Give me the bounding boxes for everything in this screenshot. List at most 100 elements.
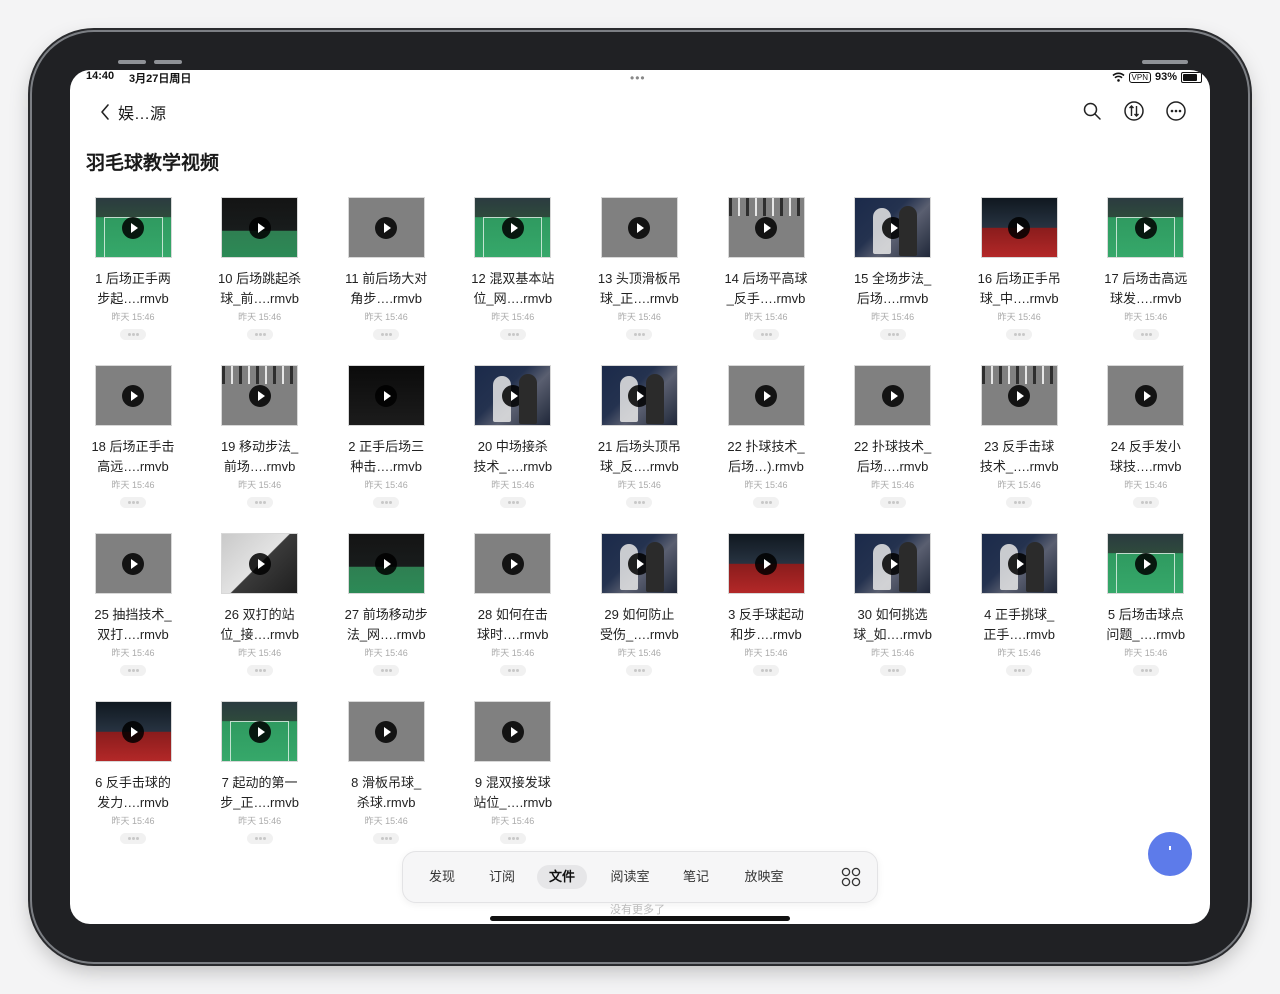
tab-discover[interactable]: 发现 [417, 865, 467, 889]
file-more-icon[interactable] [1132, 497, 1159, 508]
video-thumbnail[interactable] [1107, 197, 1185, 258]
file-more-icon[interactable] [499, 329, 526, 340]
file-item[interactable]: 5 后场击球点 问题_….rmvb 昨天 15:46 [1083, 533, 1209, 676]
more-icon[interactable] [1164, 99, 1188, 123]
file-more-icon[interactable] [120, 665, 146, 676]
file-more-icon[interactable] [373, 497, 400, 508]
back-button[interactable]: 娱…源 [100, 100, 166, 124]
tab-files[interactable]: 文件 [537, 865, 587, 889]
file-more-icon[interactable] [1132, 329, 1159, 340]
file-item[interactable]: 28 如何在击 球时….rmvb 昨天 15:46 [450, 533, 576, 676]
file-item[interactable]: 18 后场正手击 高远….rmvb 昨天 15:46 [70, 365, 196, 508]
video-thumbnail[interactable] [600, 365, 678, 426]
video-thumbnail[interactable] [1107, 533, 1185, 594]
file-item[interactable]: 30 如何挑选 球_如….rmvb 昨天 15:46 [830, 533, 956, 676]
tab-screening-room[interactable]: 放映室 [733, 865, 795, 889]
file-more-icon[interactable] [626, 497, 653, 508]
file-item[interactable]: 1 后场正手两 步起….rmvb 昨天 15:46 [70, 197, 196, 340]
file-item[interactable]: 9 混双接发球 站位_….rmvb 昨天 15:46 [450, 701, 576, 844]
file-item[interactable]: 20 中场接杀 技术_….rmvb 昨天 15:46 [450, 365, 576, 508]
video-thumbnail[interactable] [600, 197, 678, 258]
file-item[interactable]: 26 双打的站 位_接….rmvb 昨天 15:46 [197, 533, 323, 676]
tab-notes[interactable]: 笔记 [673, 865, 719, 889]
file-item[interactable]: 15 全场步法_ 后场….rmvb 昨天 15:46 [830, 197, 956, 340]
file-more-icon[interactable] [1006, 497, 1033, 508]
file-item[interactable]: 19 移动步法_ 前场….rmvb 昨天 15:46 [197, 365, 323, 508]
multitask-dots-icon[interactable]: ••• [630, 71, 646, 85]
file-more-icon[interactable] [246, 497, 273, 508]
file-more-icon[interactable] [1006, 329, 1033, 340]
file-more-icon[interactable] [753, 497, 779, 508]
apps-grid-icon[interactable] [841, 867, 861, 887]
search-icon[interactable] [1080, 99, 1104, 123]
video-thumbnail[interactable] [347, 365, 425, 426]
file-item[interactable]: 14 后场平高球 _反手….rmvb 昨天 15:46 [703, 197, 829, 340]
video-thumbnail[interactable] [1107, 365, 1185, 426]
file-item[interactable]: 16 后场正手吊 球_中….rmvb 昨天 15:46 [956, 197, 1082, 340]
file-item[interactable]: 8 滑板吊球_ 杀球.rmvb 昨天 15:46 [323, 701, 449, 844]
file-more-icon[interactable] [373, 833, 400, 844]
file-more-icon[interactable] [373, 329, 400, 340]
file-item[interactable]: 29 如何防止 受伤_….rmvb 昨天 15:46 [576, 533, 702, 676]
file-item[interactable]: 11 前后场大对 角步….rmvb 昨天 15:46 [323, 197, 449, 340]
tab-subscribe[interactable]: 订阅 [477, 865, 527, 889]
video-thumbnail[interactable] [347, 533, 425, 594]
file-more-icon[interactable] [1132, 665, 1159, 676]
video-thumbnail[interactable] [94, 701, 172, 762]
video-thumbnail[interactable] [854, 197, 932, 258]
file-item[interactable]: 4 正手挑球_ 正手….rmvb 昨天 15:46 [956, 533, 1082, 676]
video-thumbnail[interactable] [980, 197, 1058, 258]
video-thumbnail[interactable] [727, 365, 805, 426]
video-thumbnail[interactable] [347, 701, 425, 762]
file-more-icon[interactable] [499, 833, 526, 844]
file-item[interactable]: 25 抽挡技术_ 双打….rmvb 昨天 15:46 [70, 533, 196, 676]
video-thumbnail[interactable] [221, 197, 299, 258]
video-thumbnail[interactable] [474, 533, 552, 594]
file-more-icon[interactable] [373, 665, 400, 676]
sort-icon[interactable] [1122, 99, 1146, 123]
file-item[interactable]: 21 后场头顶吊 球_反….rmvb 昨天 15:46 [576, 365, 702, 508]
video-thumbnail[interactable] [221, 533, 299, 594]
file-more-icon[interactable] [879, 497, 906, 508]
file-more-icon[interactable] [626, 665, 653, 676]
file-more-icon[interactable] [753, 665, 779, 676]
video-thumbnail[interactable] [727, 533, 805, 594]
file-more-icon[interactable] [879, 329, 906, 340]
file-item[interactable]: 12 混双基本站 位_网….rmvb 昨天 15:46 [450, 197, 576, 340]
video-thumbnail[interactable] [347, 197, 425, 258]
video-thumbnail[interactable] [94, 365, 172, 426]
file-item[interactable]: 24 反手发小 球技….rmvb 昨天 15:46 [1083, 365, 1209, 508]
file-more-icon[interactable] [499, 497, 526, 508]
video-thumbnail[interactable] [474, 365, 552, 426]
file-item[interactable]: 22 扑球技术_ 后场…).rmvb 昨天 15:46 [703, 365, 829, 508]
file-item[interactable]: 2 正手后场三 种击….rmvb 昨天 15:46 [323, 365, 449, 508]
video-thumbnail[interactable] [221, 701, 299, 762]
file-more-icon[interactable] [246, 833, 273, 844]
home-indicator[interactable] [490, 916, 790, 921]
file-item[interactable]: 17 后场击高远 球发….rmvb 昨天 15:46 [1083, 197, 1209, 340]
file-more-icon[interactable] [499, 665, 526, 676]
video-thumbnail[interactable] [854, 533, 932, 594]
video-thumbnail[interactable] [600, 533, 678, 594]
video-thumbnail[interactable] [474, 197, 552, 258]
file-more-icon[interactable] [246, 329, 273, 340]
video-thumbnail[interactable] [221, 365, 299, 426]
file-more-icon[interactable] [1006, 665, 1033, 676]
tab-reading-room[interactable]: 阅读室 [603, 865, 657, 889]
file-item[interactable]: 13 头顶滑板吊 球_正….rmvb 昨天 15:46 [576, 197, 702, 340]
video-thumbnail[interactable] [980, 533, 1058, 594]
file-item[interactable]: 22 扑球技术_ 后场….rmvb 昨天 15:46 [830, 365, 956, 508]
floating-action-button[interactable] [1148, 832, 1192, 876]
file-more-icon[interactable] [626, 329, 653, 340]
file-item[interactable]: 7 起动的第一 步_正….rmvb 昨天 15:46 [197, 701, 323, 844]
file-more-icon[interactable] [120, 329, 146, 340]
file-more-icon[interactable] [120, 833, 146, 844]
file-item[interactable]: 6 反手击球的 发力….rmvb 昨天 15:46 [70, 701, 196, 844]
video-thumbnail[interactable] [94, 197, 172, 258]
file-more-icon[interactable] [753, 329, 779, 340]
video-thumbnail[interactable] [854, 365, 932, 426]
video-thumbnail[interactable] [727, 197, 805, 258]
file-item[interactable]: 23 反手击球 技术_….rmvb 昨天 15:46 [956, 365, 1082, 508]
file-more-icon[interactable] [879, 665, 906, 676]
file-item[interactable]: 10 后场跳起杀 球_前….rmvb 昨天 15:46 [197, 197, 323, 340]
